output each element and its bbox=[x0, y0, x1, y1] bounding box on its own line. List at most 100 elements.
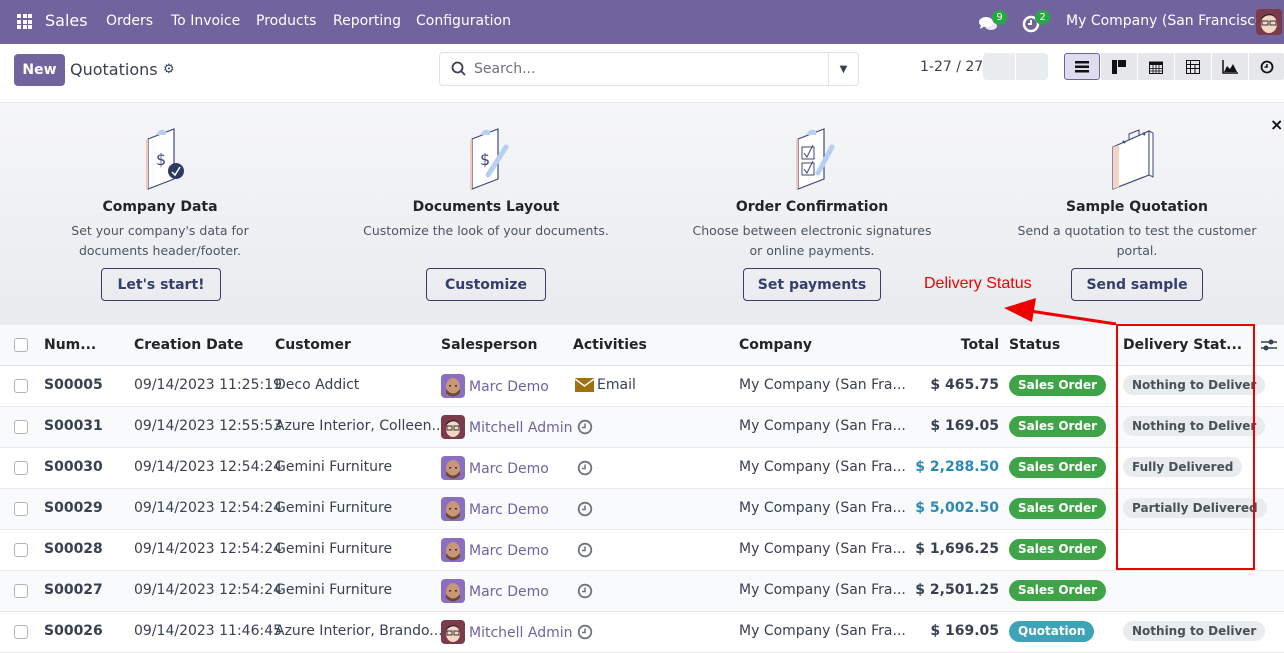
salesperson-avatar bbox=[441, 415, 465, 439]
row-checkbox[interactable] bbox=[14, 543, 28, 557]
column-activities[interactable]: Activities bbox=[573, 337, 647, 353]
step-title: Documents Layout bbox=[412, 199, 560, 215]
app-name[interactable]: Sales bbox=[45, 11, 88, 30]
clipboard-pen-icon: $ bbox=[470, 128, 509, 190]
page-title: Quotations bbox=[70, 60, 158, 79]
new-button[interactable]: New bbox=[14, 54, 65, 86]
top-navbar: Sales Orders To Invoice Products Reporti… bbox=[0, 0, 1284, 44]
table-row[interactable]: S00026 09/14/2023 11:46:45 Azure Interior,… bbox=[0, 612, 1284, 653]
search-options-toggle[interactable]: ▼ bbox=[828, 53, 858, 85]
send-sample-button[interactable]: Send sample bbox=[1071, 268, 1203, 301]
column-salesperson[interactable]: Salesperson bbox=[441, 337, 538, 353]
table-header: Num... Creation Date Customer Salesperso… bbox=[0, 325, 1284, 366]
order-number: S00028 bbox=[44, 541, 103, 557]
customer: Gemini Furniture bbox=[275, 582, 393, 598]
gear-icon[interactable]: ⚙ bbox=[163, 62, 175, 77]
search-input[interactable]: Search... bbox=[474, 61, 535, 77]
delivery-status-badge: Nothing to Deliver bbox=[1123, 621, 1266, 641]
salesperson-avatar bbox=[441, 374, 465, 398]
row-checkbox[interactable] bbox=[14, 461, 28, 475]
pager-value[interactable]: 1-27 / 27 bbox=[920, 59, 983, 75]
messages-button[interactable]: 9 bbox=[978, 10, 1008, 34]
calendar-view-icon bbox=[1149, 61, 1163, 74]
company-switcher[interactable]: My Company (San Francisco) bbox=[1066, 13, 1269, 29]
salesperson-name[interactable]: Marc Demo bbox=[469, 584, 549, 600]
view-kanban-button[interactable] bbox=[1101, 53, 1137, 80]
menu-reporting[interactable]: Reporting bbox=[333, 13, 401, 29]
menu-orders[interactable]: Orders bbox=[106, 13, 153, 29]
order-number: S00005 bbox=[44, 377, 103, 393]
order-number: S00027 bbox=[44, 582, 103, 598]
salesperson-avatar bbox=[441, 497, 465, 521]
company: My Company (San Fra... bbox=[739, 500, 906, 516]
column-total[interactable]: Total bbox=[961, 337, 999, 353]
svg-text:$: $ bbox=[156, 150, 166, 169]
company: My Company (San Fra... bbox=[739, 377, 906, 393]
clock-icon[interactable] bbox=[577, 542, 593, 558]
salesperson-avatar bbox=[441, 456, 465, 480]
clock-icon[interactable] bbox=[577, 501, 593, 517]
company: My Company (San Fra... bbox=[739, 623, 906, 639]
row-checkbox[interactable] bbox=[14, 420, 28, 434]
row-checkbox[interactable] bbox=[14, 584, 28, 598]
step-description: Choose between electronic signatures or … bbox=[692, 223, 932, 258]
clipboard-checklist-icon bbox=[796, 128, 835, 190]
creation-date: 09/14/2023 12:54:24 bbox=[134, 541, 283, 557]
table-row[interactable]: S00031 09/14/2023 12:55:53 Azure Interior,… bbox=[0, 407, 1284, 448]
clock-icon[interactable] bbox=[577, 419, 593, 435]
salesperson-name[interactable]: Marc Demo bbox=[469, 502, 549, 518]
menu-to-invoice[interactable]: To Invoice bbox=[171, 13, 240, 29]
column-number[interactable]: Num... bbox=[44, 337, 96, 353]
table-row[interactable]: S00005 09/14/2023 11:25:19 Deco Addict Marc… bbox=[0, 366, 1284, 407]
view-list-button[interactable] bbox=[1064, 53, 1100, 80]
user-avatar[interactable] bbox=[1256, 9, 1282, 35]
select-all-checkbox[interactable] bbox=[14, 338, 28, 352]
menu-products[interactable]: Products bbox=[256, 13, 316, 29]
caret-down-icon: ▼ bbox=[839, 63, 848, 75]
row-checkbox[interactable] bbox=[14, 625, 28, 639]
row-checkbox[interactable] bbox=[14, 502, 28, 516]
company: My Company (San Fra... bbox=[739, 418, 906, 434]
messages-count-badge: 9 bbox=[992, 10, 1007, 25]
set-payments-button[interactable]: Set payments bbox=[743, 268, 881, 301]
salesperson-name[interactable]: Mitchell Admin bbox=[469, 625, 573, 641]
row-checkbox[interactable] bbox=[14, 379, 28, 393]
list-view-icon bbox=[1075, 60, 1089, 72]
table-row[interactable]: S00027 09/14/2023 12:54:24 Gemini Furnitur… bbox=[0, 571, 1284, 612]
search-bar[interactable]: Search... ▼ bbox=[439, 52, 859, 86]
status-badge: Sales Order bbox=[1009, 375, 1107, 396]
briefcase-icon bbox=[1112, 129, 1154, 190]
salesperson-name[interactable]: Marc Demo bbox=[469, 543, 549, 559]
clock-icon[interactable] bbox=[577, 583, 593, 599]
salesperson-name[interactable]: Marc Demo bbox=[469, 461, 549, 477]
view-calendar-button[interactable] bbox=[1138, 53, 1174, 80]
column-status[interactable]: Status bbox=[1009, 337, 1060, 353]
customize-button[interactable]: Customize bbox=[426, 268, 546, 301]
view-activity-button[interactable] bbox=[1249, 53, 1284, 80]
activities-button[interactable]: 2 bbox=[1022, 10, 1052, 34]
view-graph-button[interactable] bbox=[1212, 53, 1248, 80]
menu-configuration[interactable]: Configuration bbox=[416, 13, 511, 29]
view-pivot-button[interactable] bbox=[1175, 53, 1211, 80]
column-creation-date[interactable]: Creation Date bbox=[134, 337, 243, 353]
table-row[interactable]: S00028 09/14/2023 12:54:24 Gemini Furnitur… bbox=[0, 530, 1284, 571]
apps-menu-icon[interactable] bbox=[17, 14, 32, 29]
optional-columns-icon[interactable] bbox=[1261, 338, 1277, 352]
clock-icon[interactable] bbox=[577, 624, 593, 640]
step-title: Company Data bbox=[102, 199, 218, 215]
table-row[interactable]: S00029 09/14/2023 12:54:24 Gemini Furnitur… bbox=[0, 489, 1284, 530]
lets-start-button[interactable]: Let's start! bbox=[101, 268, 221, 301]
customer: Gemini Furniture bbox=[275, 459, 393, 475]
column-company[interactable]: Company bbox=[739, 337, 812, 353]
table-row[interactable]: S00030 09/14/2023 12:54:24 Gemini Furnitur… bbox=[0, 448, 1284, 489]
salesperson-name[interactable]: Mitchell Admin bbox=[469, 420, 573, 436]
pager-next-button[interactable] bbox=[1016, 53, 1048, 80]
pager-previous-button[interactable] bbox=[983, 53, 1015, 80]
status-badge: Quotation bbox=[1009, 621, 1095, 642]
close-onboarding-icon[interactable]: × bbox=[1270, 115, 1283, 134]
column-customer[interactable]: Customer bbox=[275, 337, 351, 353]
salesperson-name[interactable]: Marc Demo bbox=[469, 379, 549, 395]
creation-date: 09/14/2023 12:54:24 bbox=[134, 500, 283, 516]
clock-icon[interactable] bbox=[577, 460, 593, 476]
email-activity[interactable]: Email bbox=[575, 377, 636, 393]
